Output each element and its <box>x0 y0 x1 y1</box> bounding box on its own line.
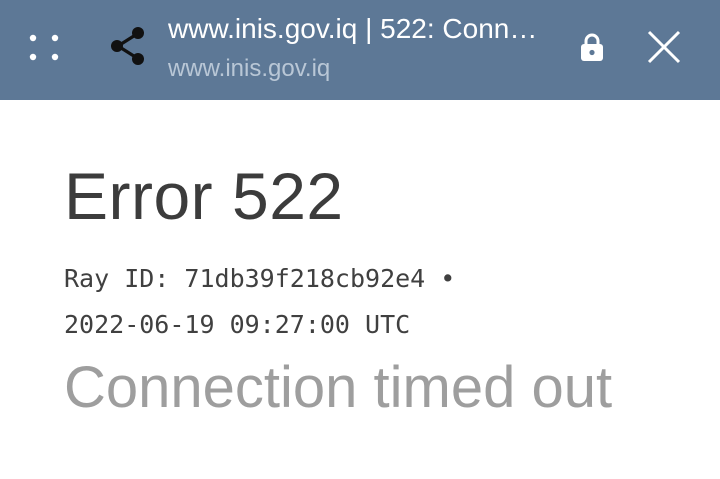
close-icon[interactable] <box>645 28 683 66</box>
page-title: www.inis.gov.iq | 522: Connection timed … <box>168 13 548 44</box>
error-description: Connection timed out <box>64 355 613 420</box>
lock-icon[interactable] <box>578 32 606 62</box>
menu-dots-icon[interactable] <box>24 28 64 68</box>
error-heading: Error 522 <box>64 159 344 233</box>
share-icon[interactable] <box>106 24 150 68</box>
browser-toolbar: www.inis.gov.iq | 522: Connection timed … <box>0 0 720 100</box>
page-url: www.inis.gov.iq <box>168 55 331 82</box>
timestamp: 2022-06-19 09:27:00 UTC <box>64 310 411 339</box>
ray-id: Ray ID: 71db39f218cb92e4 • <box>64 264 456 293</box>
